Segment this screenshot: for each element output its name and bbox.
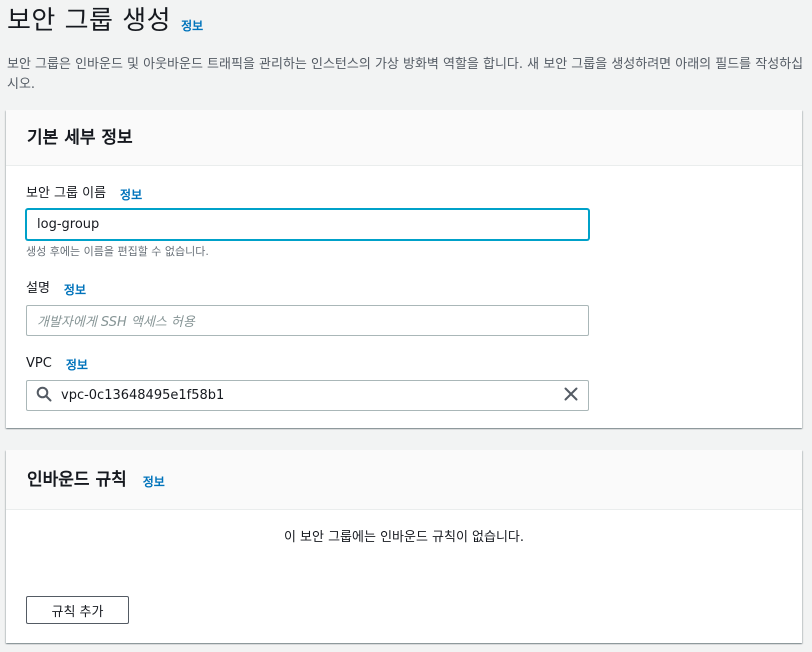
vpc-label: VPC: [26, 356, 52, 371]
name-info-link[interactable]: 정보: [120, 186, 142, 203]
name-label: 보안 그룹 이름: [26, 186, 107, 201]
create-security-group-page: 보안 그룹 생성 정보 보안 그룹은 인바운드 및 아웃바운드 트래픽을 관리하…: [0, 0, 812, 652]
vpc-info-link[interactable]: 정보: [66, 356, 88, 373]
vpc-field: VPC 정보 vpc-0c13648495e1f58b1: [26, 355, 589, 411]
vpc-value: vpc-0c13648495e1f58b1: [61, 388, 225, 403]
basic-details-title: 기본 세부 정보: [27, 127, 133, 148]
inbound-rules-header: 인바운드 규칙 정보: [6, 450, 802, 510]
description-info-link[interactable]: 정보: [64, 281, 86, 298]
name-label-row: 보안 그룹 이름 정보: [26, 185, 589, 203]
page-title: 보안 그룹 생성: [7, 6, 172, 36]
clear-icon[interactable]: [563, 386, 579, 406]
description-label: 설명: [26, 281, 50, 296]
vpc-label-row: VPC 정보: [26, 355, 589, 373]
name-hint: 생성 후에는 이름을 편집할 수 없습니다.: [26, 245, 209, 258]
page-info-link[interactable]: 정보: [181, 17, 203, 34]
inbound-rules-panel: 인바운드 규칙 정보 이 보안 그룹에는 인바운드 규칙이 없습니다. 규칙 추…: [6, 450, 802, 643]
description-input[interactable]: 개발자에게 SSH 액세스 허용: [26, 305, 589, 336]
security-group-name-field: 보안 그룹 이름 정보 log-group 생성 후에는 이름을 편집할 수 없…: [26, 185, 589, 259]
inbound-rules-title: 인바운드 규칙: [27, 469, 127, 490]
description-label-row: 설명 정보: [26, 280, 589, 298]
inbound-rules-empty-message: 이 보안 그룹에는 인바운드 규칙이 없습니다.: [283, 530, 525, 545]
page-description: 보안 그룹은 인바운드 및 아웃바운드 트래픽을 관리하는 인스턴스의 가상 방…: [7, 57, 804, 92]
page-title-row: 보안 그룹 생성 정보: [7, 4, 203, 38]
vpc-select[interactable]: vpc-0c13648495e1f58b1: [26, 380, 589, 411]
basic-details-panel: 기본 세부 정보 보안 그룹 이름 정보 log-group 생성 후에는 이름…: [6, 110, 802, 428]
search-icon: [36, 386, 52, 406]
description-field: 설명 정보 개발자에게 SSH 액세스 허용: [26, 280, 589, 336]
security-group-name-input[interactable]: log-group: [26, 209, 589, 240]
basic-details-header: 기본 세부 정보: [6, 110, 802, 166]
vpc-value-wrap: vpc-0c13648495e1f58b1: [36, 386, 224, 406]
add-rule-button[interactable]: 규칙 추가: [26, 596, 129, 624]
inbound-rules-info-link[interactable]: 정보: [143, 473, 165, 490]
